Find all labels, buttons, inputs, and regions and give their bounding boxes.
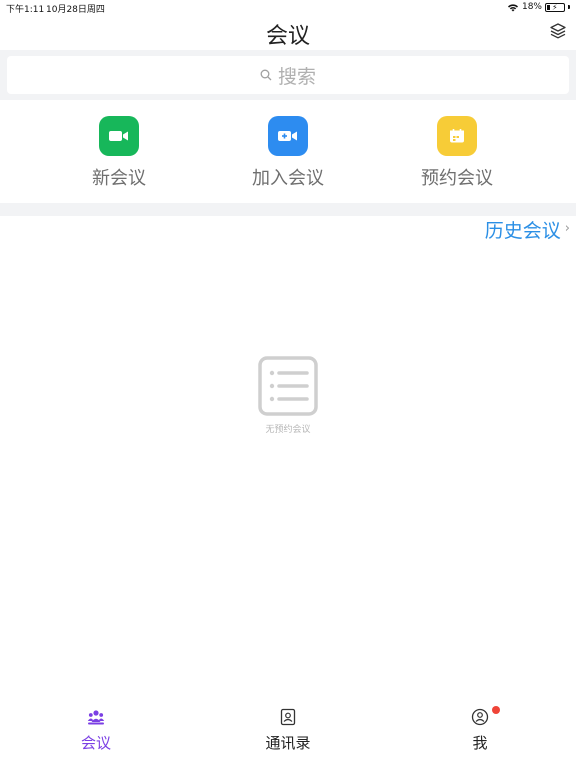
schedule-meeting-label: 预约会议 xyxy=(421,168,493,189)
profile-icon xyxy=(471,708,489,726)
search-area: 搜索 xyxy=(0,50,576,100)
calendar-icon xyxy=(450,129,464,143)
meeting-group-icon xyxy=(87,710,105,725)
tab-meetings-label: 会议 xyxy=(80,734,111,752)
join-meeting-label: 加入会议 xyxy=(252,168,324,189)
new-meeting-button[interactable]: 新会议 xyxy=(54,116,184,190)
status-right: 18% ⚡ xyxy=(507,2,570,12)
chevron-right-icon: › xyxy=(564,221,570,236)
tab-bar: 会议 通讯录 我 xyxy=(0,700,576,768)
notification-badge xyxy=(492,706,500,714)
schedule-meeting-button[interactable]: 预约会议 xyxy=(392,116,522,190)
section-divider xyxy=(0,203,576,216)
status-bar: 下午1:11 10月28日周四 18% ⚡ xyxy=(0,0,576,15)
tab-meetings[interactable]: 会议 xyxy=(36,708,156,753)
tab-contacts[interactable]: 通讯录 xyxy=(228,708,348,753)
wifi-icon xyxy=(507,3,518,11)
battery-icon: ⚡ xyxy=(545,2,565,12)
join-meeting-button[interactable]: 加入会议 xyxy=(223,116,353,190)
search-icon xyxy=(260,69,272,81)
video-camera-icon xyxy=(109,131,128,141)
contacts-icon xyxy=(280,708,296,726)
nav-bar: 会议 xyxy=(0,14,576,50)
empty-list-icon xyxy=(258,356,318,416)
quick-actions: 新会议 加入会议 预约会议 xyxy=(0,100,576,203)
battery-percent: 18% xyxy=(521,2,542,12)
empty-state: 无预约会议 xyxy=(0,356,576,435)
tab-me-label: 我 xyxy=(472,734,488,752)
video-plus-icon xyxy=(278,131,297,141)
new-meeting-label: 新会议 xyxy=(92,168,146,189)
page-title: 会议 xyxy=(265,24,310,49)
schedule-meeting-icon-bg xyxy=(437,116,477,156)
history-meetings-label: 历史会议 xyxy=(484,220,561,242)
search-placeholder: 搜索 xyxy=(277,65,316,88)
new-meeting-icon-bg xyxy=(99,116,139,156)
tab-me[interactable]: 我 xyxy=(420,706,540,753)
history-meetings-link[interactable]: 历史会议 › xyxy=(485,216,570,243)
layers-icon[interactable] xyxy=(549,22,567,40)
battery-tip xyxy=(568,5,570,9)
empty-state-text: 无预约会议 xyxy=(265,425,311,435)
search-input[interactable]: 搜索 xyxy=(7,56,569,94)
tab-contacts-label: 通讯录 xyxy=(265,734,311,752)
join-meeting-icon-bg xyxy=(268,116,308,156)
